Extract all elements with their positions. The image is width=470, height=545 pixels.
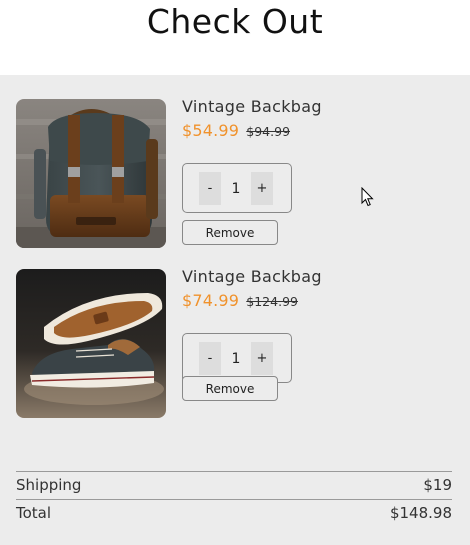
shipping-value: $19 xyxy=(423,476,452,494)
checkout-panel: Vintage Backbag $54.99 $94.99 - 1 + Remo… xyxy=(0,75,470,545)
shipping-label: Shipping xyxy=(16,476,82,494)
product-image-sneaker xyxy=(16,269,166,418)
quantity-value: 1 xyxy=(231,180,241,197)
increase-quantity-button[interactable]: + xyxy=(251,342,273,375)
total-row: Total $148.98 xyxy=(16,499,452,526)
decrease-quantity-button[interactable]: - xyxy=(199,342,221,375)
decrease-quantity-button[interactable]: - xyxy=(199,172,221,205)
sale-price: $74.99 xyxy=(182,291,240,310)
cart-item: Vintage Backbag $74.99 $124.99 - 1 + Rem… xyxy=(0,267,470,429)
remove-item-button[interactable]: Remove xyxy=(182,220,278,245)
original-price: $94.99 xyxy=(246,124,291,139)
shipping-row: Shipping $19 xyxy=(16,471,452,498)
price-group: $54.99 $94.99 xyxy=(182,121,290,140)
total-label: Total xyxy=(16,504,52,522)
total-value: $148.98 xyxy=(389,504,452,522)
product-image-backpack xyxy=(16,99,166,248)
original-price: $124.99 xyxy=(246,294,298,309)
product-name[interactable]: Vintage Backbag xyxy=(182,97,322,116)
remove-item-button[interactable]: Remove xyxy=(182,376,278,401)
quantity-stepper: - 1 + xyxy=(182,163,292,213)
page-title: Check Out xyxy=(146,2,324,41)
sale-price: $54.99 xyxy=(182,121,240,140)
price-group: $74.99 $124.99 xyxy=(182,291,298,310)
cart-item: Vintage Backbag $54.99 $94.99 - 1 + Remo… xyxy=(0,97,470,259)
quantity-value: 1 xyxy=(231,350,241,367)
increase-quantity-button[interactable]: + xyxy=(251,172,273,205)
mouse-cursor-icon xyxy=(361,187,374,207)
product-name[interactable]: Vintage Backbag xyxy=(182,267,322,286)
